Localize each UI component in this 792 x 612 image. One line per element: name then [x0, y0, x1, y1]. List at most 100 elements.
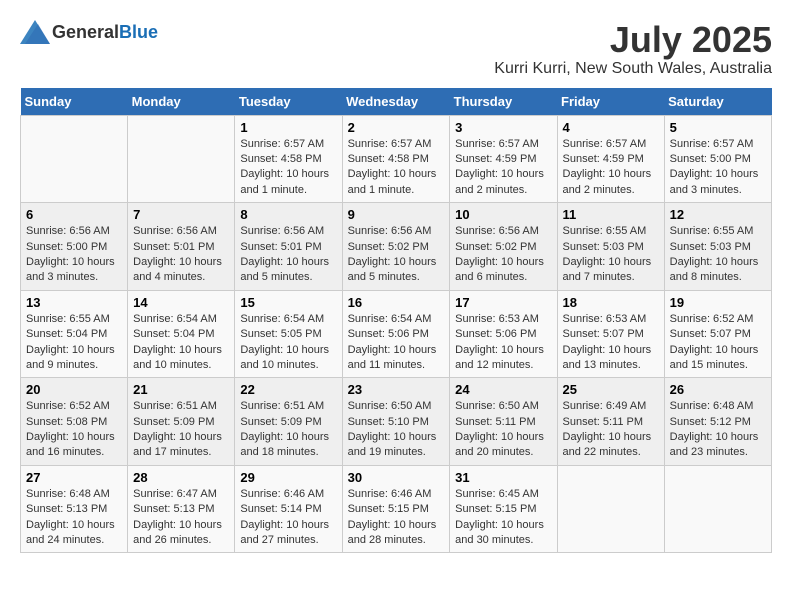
cell-text: Sunset: 5:11 PM: [563, 415, 659, 430]
weekday-friday: Friday: [557, 88, 664, 116]
cell-text: Sunset: 5:13 PM: [133, 502, 229, 517]
cell-text: Daylight: 10 hours and 13 minutes.: [563, 343, 659, 374]
cell-text: Sunrise: 6:55 AM: [26, 312, 122, 327]
calendar-cell: [557, 465, 664, 553]
day-number: 8: [240, 207, 336, 222]
cell-text: Daylight: 10 hours and 24 minutes.: [26, 518, 122, 549]
weekday-wednesday: Wednesday: [342, 88, 450, 116]
cell-text: Sunrise: 6:57 AM: [670, 137, 766, 152]
weekday-tuesday: Tuesday: [235, 88, 342, 116]
calendar-cell: 2Sunrise: 6:57 AMSunset: 4:58 PMDaylight…: [342, 115, 450, 203]
cell-text: Sunset: 5:01 PM: [240, 240, 336, 255]
day-number: 26: [670, 382, 766, 397]
cell-text: Sunrise: 6:50 AM: [455, 399, 551, 414]
cell-text: Daylight: 10 hours and 1 minute.: [240, 167, 336, 198]
weekday-header-row: SundayMondayTuesdayWednesdayThursdayFrid…: [21, 88, 772, 116]
calendar-cell: [128, 115, 235, 203]
day-number: 23: [348, 382, 445, 397]
location-title: Kurri Kurri, New South Wales, Australia: [494, 60, 772, 78]
calendar-cell: 16Sunrise: 6:54 AMSunset: 5:06 PMDayligh…: [342, 290, 450, 378]
calendar-cell: 29Sunrise: 6:46 AMSunset: 5:14 PMDayligh…: [235, 465, 342, 553]
title-block: July 2025 Kurri Kurri, New South Wales, …: [494, 20, 772, 78]
calendar-cell: 1Sunrise: 6:57 AMSunset: 4:58 PMDaylight…: [235, 115, 342, 203]
cell-text: Sunrise: 6:52 AM: [670, 312, 766, 327]
cell-text: Sunset: 5:13 PM: [26, 502, 122, 517]
calendar-cell: 4Sunrise: 6:57 AMSunset: 4:59 PMDaylight…: [557, 115, 664, 203]
calendar-cell: 9Sunrise: 6:56 AMSunset: 5:02 PMDaylight…: [342, 203, 450, 291]
cell-text: Sunset: 5:12 PM: [670, 415, 766, 430]
cell-text: Sunset: 5:03 PM: [563, 240, 659, 255]
calendar-cell: 22Sunrise: 6:51 AMSunset: 5:09 PMDayligh…: [235, 378, 342, 466]
cell-text: Sunrise: 6:55 AM: [563, 224, 659, 239]
cell-text: Sunrise: 6:45 AM: [455, 487, 551, 502]
cell-text: Sunrise: 6:46 AM: [240, 487, 336, 502]
cell-text: Sunrise: 6:57 AM: [240, 137, 336, 152]
cell-text: Daylight: 10 hours and 2 minutes.: [563, 167, 659, 198]
cell-text: Sunrise: 6:48 AM: [670, 399, 766, 414]
calendar-cell: 10Sunrise: 6:56 AMSunset: 5:02 PMDayligh…: [450, 203, 557, 291]
calendar-cell: 3Sunrise: 6:57 AMSunset: 4:59 PMDaylight…: [450, 115, 557, 203]
calendar-cell: 23Sunrise: 6:50 AMSunset: 5:10 PMDayligh…: [342, 378, 450, 466]
cell-text: Sunset: 5:07 PM: [670, 327, 766, 342]
cell-text: Sunset: 5:07 PM: [563, 327, 659, 342]
day-number: 31: [455, 470, 551, 485]
page-header: GeneralBlue July 2025 Kurri Kurri, New S…: [20, 20, 772, 78]
day-number: 11: [563, 207, 659, 222]
cell-text: Sunrise: 6:54 AM: [133, 312, 229, 327]
calendar-cell: 20Sunrise: 6:52 AMSunset: 5:08 PMDayligh…: [21, 378, 128, 466]
cell-text: Sunset: 5:00 PM: [670, 152, 766, 167]
calendar-cell: 6Sunrise: 6:56 AMSunset: 5:00 PMDaylight…: [21, 203, 128, 291]
month-title: July 2025: [494, 20, 772, 60]
calendar-cell: [21, 115, 128, 203]
logo-general: General: [52, 22, 119, 42]
cell-text: Daylight: 10 hours and 23 minutes.: [670, 430, 766, 461]
cell-text: Daylight: 10 hours and 18 minutes.: [240, 430, 336, 461]
cell-text: Sunset: 5:04 PM: [133, 327, 229, 342]
cell-text: Daylight: 10 hours and 15 minutes.: [670, 343, 766, 374]
cell-text: Sunrise: 6:56 AM: [348, 224, 445, 239]
calendar-cell: 25Sunrise: 6:49 AMSunset: 5:11 PMDayligh…: [557, 378, 664, 466]
cell-text: Daylight: 10 hours and 17 minutes.: [133, 430, 229, 461]
day-number: 22: [240, 382, 336, 397]
cell-text: Sunrise: 6:46 AM: [348, 487, 445, 502]
calendar-cell: 7Sunrise: 6:56 AMSunset: 5:01 PMDaylight…: [128, 203, 235, 291]
day-number: 24: [455, 382, 551, 397]
calendar-cell: 24 Sunrise: 6:50 AMSunset: 5:11 PMDayligh…: [450, 378, 557, 466]
day-number: 25: [563, 382, 659, 397]
calendar-week-row: 27Sunrise: 6:48 AMSunset: 5:13 PMDayligh…: [21, 465, 772, 553]
cell-text: Daylight: 10 hours and 8 minutes.: [670, 255, 766, 286]
day-number: 2: [348, 120, 445, 135]
cell-text: Sunset: 4:58 PM: [348, 152, 445, 167]
cell-text: Sunrise: 6:57 AM: [455, 137, 551, 152]
cell-text: Sunrise: 6:57 AM: [348, 137, 445, 152]
cell-text: Daylight: 10 hours and 4 minutes.: [133, 255, 229, 286]
cell-text: Sunrise: 6:54 AM: [240, 312, 336, 327]
cell-text: Sunrise: 6:56 AM: [240, 224, 336, 239]
calendar-cell: 15Sunrise: 6:54 AMSunset: 5:05 PMDayligh…: [235, 290, 342, 378]
logo-blue: Blue: [119, 22, 158, 42]
cell-text: Daylight: 10 hours and 10 minutes.: [133, 343, 229, 374]
cell-text: Sunset: 5:14 PM: [240, 502, 336, 517]
cell-text: Daylight: 10 hours and 20 minutes.: [455, 430, 551, 461]
cell-text: Sunset: 5:09 PM: [240, 415, 336, 430]
cell-text: Sunset: 5:05 PM: [240, 327, 336, 342]
cell-text: Sunset: 5:09 PM: [133, 415, 229, 430]
cell-text: Daylight: 10 hours and 5 minutes.: [240, 255, 336, 286]
cell-text: Sunset: 5:03 PM: [670, 240, 766, 255]
cell-text: Sunrise: 6:49 AM: [563, 399, 659, 414]
calendar-cell: 21Sunrise: 6:51 AMSunset: 5:09 PMDayligh…: [128, 378, 235, 466]
cell-text: Sunset: 5:02 PM: [455, 240, 551, 255]
day-number: 19: [670, 295, 766, 310]
cell-text: Daylight: 10 hours and 6 minutes.: [455, 255, 551, 286]
day-number: 29: [240, 470, 336, 485]
cell-text: Sunset: 5:01 PM: [133, 240, 229, 255]
cell-text: Daylight: 10 hours and 12 minutes.: [455, 343, 551, 374]
cell-text: Sunset: 5:11 PM: [455, 415, 551, 430]
cell-text: Sunset: 4:59 PM: [563, 152, 659, 167]
calendar-cell: 8 Sunrise: 6:56 AMSunset: 5:01 PMDaylight…: [235, 203, 342, 291]
weekday-sunday: Sunday: [21, 88, 128, 116]
calendar-week-row: 1Sunrise: 6:57 AMSunset: 4:58 PMDaylight…: [21, 115, 772, 203]
cell-text: Sunset: 5:06 PM: [348, 327, 445, 342]
logo: GeneralBlue: [20, 20, 158, 44]
cell-text: Sunset: 5:04 PM: [26, 327, 122, 342]
